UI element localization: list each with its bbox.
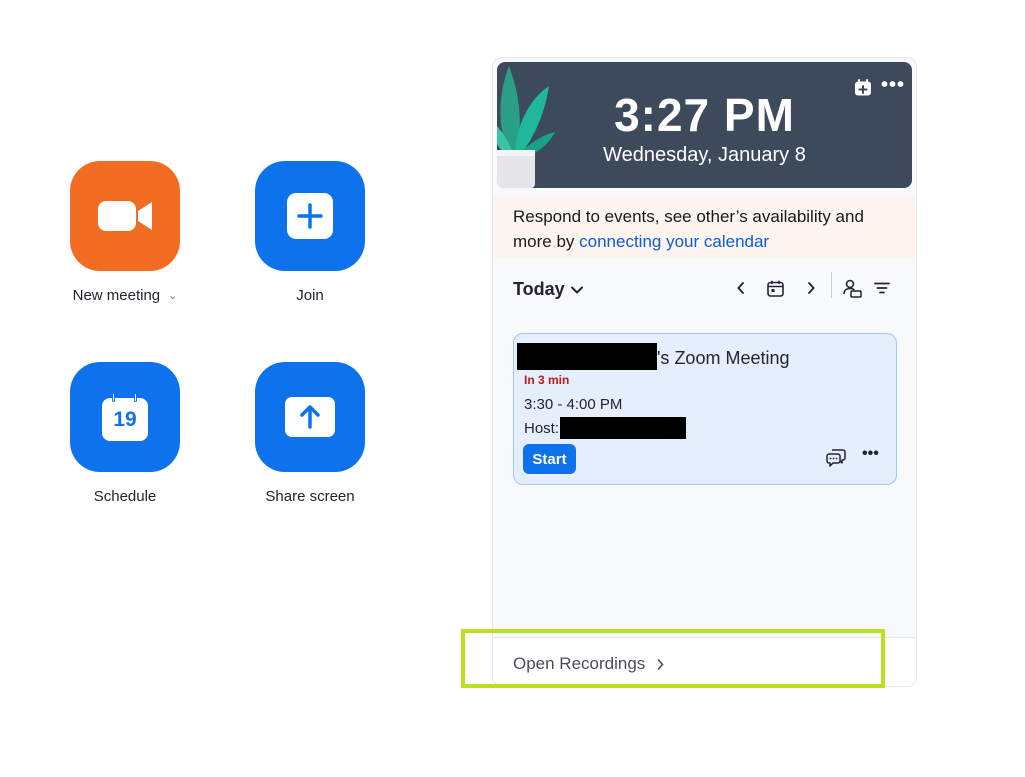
clock-header: 3:27 PM Wednesday, January 8 •••	[497, 62, 912, 188]
schedule-button[interactable]: 19	[70, 362, 180, 472]
redacted-meeting-owner	[517, 343, 657, 370]
chevron-left-icon	[737, 282, 744, 294]
calendar-day-number: 19	[113, 408, 137, 431]
calendar-picker-button[interactable]	[763, 276, 787, 300]
chevron-right-icon	[658, 658, 664, 670]
calendar-icon: 19	[102, 393, 148, 441]
chat-icon[interactable]	[826, 448, 846, 467]
meeting-title: 's Zoom Meeting	[657, 348, 790, 368]
filter-button[interactable]	[870, 276, 894, 300]
open-recordings-label: Open Recordings	[513, 654, 646, 673]
new-meeting-label-row[interactable]: New meeting ⌄	[35, 287, 215, 304]
more-options-icon[interactable]: •••	[862, 445, 879, 463]
calendar-icon	[766, 280, 784, 297]
meeting-time: 3:30 - 4:00 PM	[524, 396, 623, 413]
join-label: Join	[296, 287, 324, 304]
video-camera-icon	[98, 201, 152, 231]
upload-arrow-icon	[285, 397, 335, 437]
connect-calendar-link[interactable]: connecting your calendar	[579, 232, 769, 251]
plus-icon	[287, 193, 333, 239]
meeting-card[interactable]: 's Zoom Meeting In 3 min 3:30 - 4:00 PM …	[513, 333, 897, 485]
current-time: 3:27 PM	[614, 89, 795, 141]
personal-meeting-button[interactable]	[840, 276, 864, 300]
upcoming-meetings-panel: 3:27 PM Wednesday, January 8 ••• Respond…	[492, 57, 917, 687]
open-recordings-link[interactable]: Open Recordings	[513, 654, 664, 674]
more-options-icon[interactable]: •••	[881, 74, 905, 97]
share-screen-label: Share screen	[265, 488, 355, 505]
today-label: Today	[513, 279, 565, 299]
meeting-host-label: Host:	[524, 420, 560, 437]
schedule-label: Schedule	[93, 488, 157, 505]
today-dropdown[interactable]: Today	[513, 279, 583, 300]
toolbar-divider	[831, 272, 832, 298]
calendar-notice: Respond to events, see other’s availabil…	[493, 195, 916, 258]
join-button[interactable]	[255, 161, 365, 271]
new-meeting-label: New meeting	[72, 287, 161, 304]
filter-icon	[874, 282, 890, 294]
add-calendar-icon[interactable]	[854, 79, 872, 96]
next-day-button[interactable]	[799, 276, 823, 300]
chevron-down-icon	[570, 286, 583, 294]
meeting-status: In 3 min	[524, 373, 570, 387]
chevron-right-icon	[808, 282, 815, 294]
start-button[interactable]: Start	[523, 444, 576, 474]
redacted-host-name	[560, 417, 686, 439]
current-date: Wednesday, January 8	[603, 144, 806, 166]
person-card-icon	[842, 279, 862, 298]
previous-day-button[interactable]	[729, 276, 753, 300]
share-screen-button[interactable]	[255, 362, 365, 472]
recordings-footer: Open Recordings	[493, 637, 916, 686]
chevron-down-icon[interactable]: ⌄	[168, 289, 177, 302]
new-meeting-button[interactable]	[70, 161, 180, 271]
